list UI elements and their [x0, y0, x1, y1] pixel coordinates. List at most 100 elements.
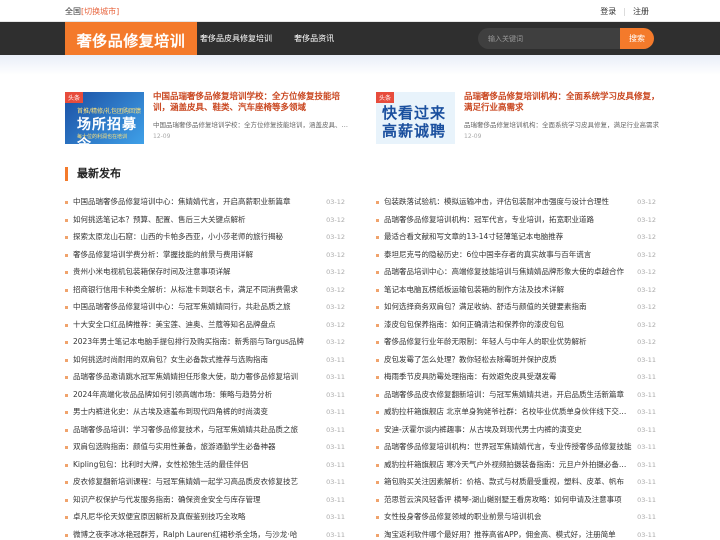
article-title-link[interactable]: 品瑞奢侈品培训：学习奢侈品修复技术，与冠军焦婧婧共赴品质之旅 — [73, 423, 321, 437]
list-item[interactable]: 安迪-沃霍尔谈内裤趣事：从古埃及到现代男士内裤的演变史 03-11 — [376, 423, 656, 441]
article-title-link[interactable]: 梅雨季节皮具防霉处理指南：有效避免皮具受潮发霉 — [384, 370, 632, 384]
switch-city-link[interactable]: [切换城市] — [81, 7, 119, 16]
article-title-link[interactable]: 如何挑选笔记本？预算、配置、售后三大关键点解析 — [73, 213, 321, 227]
list-item[interactable]: 卓凡尼华伦天奴便宜原因解析及真假鉴别技巧全攻略 03-11 — [65, 510, 345, 528]
list-item[interactable]: 最适合看文献和写文章的13-14寸轻薄笔记本电脑推荐 03-12 — [376, 230, 656, 248]
article-title-link[interactable]: 包装跌落试验机：模拟运输冲击，评估包装耐冲击强度与设计合理性 — [384, 195, 632, 209]
article-title-link[interactable]: 泰坦尼克号的隐秘历史：6位中国幸存者的真实故事与百年谎言 — [384, 248, 632, 262]
bullet-icon — [65, 533, 68, 537]
article-title-link[interactable]: 2023年男士笔记本电脑手提包排行及购买指南：新秀丽与Targus品牌 — [73, 335, 321, 349]
featured-title[interactable]: 中国品瑞奢侈品修复培训学校：全方位修复技能培训，涵盖皮具、鞋类、汽车座椅等多领域 — [153, 92, 349, 114]
list-item[interactable]: 贵州小米电视机包装箱保存时间及注意事项详解 03-12 — [65, 265, 345, 283]
list-item[interactable]: 箱包购买关注因素解析：价格、款式与材质最受重视，塑料、皮革、帆布 03-11 — [376, 475, 656, 493]
featured-article[interactable]: 头条 快看过来 高薪诚聘 品瑞奢侈品修复培训机构：全面系统学习皮具修复，满足行业… — [376, 92, 660, 144]
list-item[interactable]: 十大安全口红品牌推荐：美宝莲、迪奥、兰蔻等知名品牌盘点 03-12 — [65, 318, 345, 336]
list-item[interactable]: Kipling包包：比利时大牌，女性松弛生活的最佳伴侣 03-11 — [65, 458, 345, 476]
list-item[interactable]: 皮衣修复翻新培训课程：与冠军焦婧婧一起学习高品质皮衣修复技艺 03-11 — [65, 475, 345, 493]
list-item[interactable]: 淘宝返利软件哪个最好用？推荐高省APP，佣金高、模式好，注册简单 03-11 — [376, 528, 656, 540]
list-item[interactable]: 威豹拉杆箱旗舰店 北京单身狗姥爷社群：名校毕业优质单身伙伴线下交友活动 03-11 — [376, 405, 656, 423]
list-item[interactable]: 品瑞奢侈品修复培训机构：冠军代言，专业培训，拓宽职业道路 03-12 — [376, 213, 656, 231]
list-item[interactable]: 品瑞奢侈品皮衣修复翻新培训：与冠军焦婧婧共进，开启品质生活新篇章 03-11 — [376, 388, 656, 406]
list-item[interactable]: 威豹拉杆箱旗舰店 寒冷天气户外视频拍摄装备指南：元旦户外拍摄必备技巧 03-11 — [376, 458, 656, 476]
article-title-link[interactable]: 最适合看文献和写文章的13-14寸轻薄笔记本电脑推荐 — [384, 230, 632, 244]
list-item[interactable]: 招商银行信用卡种类全解析：从标准卡到联名卡，满足不同消费需求 03-12 — [65, 283, 345, 301]
article-title-link[interactable]: 范思哲云滨风轻香评 横琴-湖山樾别墅王看房攻略：如何申请及注意事项 — [384, 493, 632, 507]
list-item[interactable]: 漆皮包包保养指南：如何正确清洁和保养你的漆皮包包 03-12 — [376, 318, 656, 336]
bullet-icon — [65, 201, 68, 204]
article-title-link[interactable]: 皮包发霉了怎么处理？教你轻松去除霉斑并保护皮质 — [384, 353, 632, 367]
article-title-link[interactable]: 女性投身奢侈品修复领域的职业前景与培训机会 — [384, 510, 632, 524]
search-button[interactable]: 搜索 — [620, 28, 654, 49]
article-title-link[interactable]: 奢侈品修复行业年龄无限制：年轻人与中年人的职业优势解析 — [384, 335, 632, 349]
register-link[interactable]: 注册 — [627, 7, 655, 16]
article-title-link[interactable]: 威豹拉杆箱旗舰店 北京单身狗姥爷社群：名校毕业优质单身伙伴线下交友活动 — [384, 405, 632, 419]
article-title-link[interactable]: 如何挑选时尚耐用的双肩包？女生必备款式推荐与选购指南 — [73, 353, 321, 367]
search-input[interactable] — [478, 28, 620, 49]
article-title-link[interactable]: 品瑞奢侈品皮衣修复翻新培训：与冠军焦婧婧共进，开启品质生活新篇章 — [384, 388, 632, 402]
article-title-link[interactable]: 中国品瑞奢侈品修复培训中心：与冠军焦婧婧同行，共赴品质之旅 — [73, 300, 321, 314]
article-title-link[interactable]: 漆皮包包保养指南：如何正确清洁和保养你的漆皮包包 — [384, 318, 632, 332]
article-title-link[interactable]: 贵州小米电视机包装箱保存时间及注意事项详解 — [73, 265, 321, 279]
list-item[interactable]: 微博之夜李冰冰艳冠群芳，Ralph Lauren红裙秒杀全场，与沙龙·哈 03-1… — [65, 528, 345, 540]
article-title-link[interactable]: 招商银行信用卡种类全解析：从标准卡到联名卡，满足不同消费需求 — [73, 283, 321, 297]
list-item[interactable]: 女性投身奢侈品修复领域的职业前景与培训机会 03-11 — [376, 510, 656, 528]
list-item[interactable]: 品瑞奢侈品培训：学习奢侈品修复技术，与冠军焦婧婧共赴品质之旅 03-11 — [65, 423, 345, 441]
list-item[interactable]: 品瑞奢品培训中心：高端修复技能培训与焦婧婧品牌形象大使的卓越合作 03-12 — [376, 265, 656, 283]
list-item[interactable]: 品瑞奢侈品邀请跳水冠军焦婧婧担任形象大使，助力奢侈品修复培训 03-11 — [65, 370, 345, 388]
article-title-link[interactable]: 箱包购买关注因素解析：价格、款式与材质最受重视，塑料、皮革、帆布 — [384, 475, 632, 489]
article-title-link[interactable]: Kipling包包：比利时大牌，女性松弛生活的最佳伴侣 — [73, 458, 321, 472]
list-item[interactable]: 如何选择商务双肩包？满足收纳、舒适与颜值的关键要素指南 03-12 — [376, 300, 656, 318]
list-item[interactable]: 泰坦尼克号的隐秘历史：6位中国幸存者的真实故事与百年谎言 03-12 — [376, 248, 656, 266]
article-title-link[interactable]: 微博之夜李冰冰艳冠群芳，Ralph Lauren红裙秒杀全场，与沙龙·哈 — [73, 528, 321, 540]
bullet-icon — [65, 498, 68, 502]
list-item[interactable]: 梅雨季节皮具防霉处理指南：有效避免皮具受潮发霉 03-11 — [376, 370, 656, 388]
article-title-link[interactable]: 品瑞奢品培训中心：高端修复技能培训与焦婧婧品牌形象大使的卓越合作 — [384, 265, 632, 279]
list-item[interactable]: 如何挑选时尚耐用的双肩包？女生必备款式推荐与选购指南 03-11 — [65, 353, 345, 371]
article-title-link[interactable]: 如何选择商务双肩包？满足收纳、舒适与颜值的关键要素指南 — [384, 300, 632, 314]
article-title-link[interactable]: 品瑞奢侈品修复培训机构：冠军代言，专业培训，拓宽职业道路 — [384, 213, 632, 227]
list-item[interactable]: 男士内裤进化史：从古埃及遮羞布到现代四角裤的时尚演变 03-11 — [65, 405, 345, 423]
featured-article[interactable]: 头条 首推/精修/礼包团购回馈 场所招募令 每十位的利润也在培训 中国品瑞奢侈品… — [65, 92, 349, 144]
article-title-link[interactable]: 卓凡尼华伦天奴便宜原因解析及真假鉴别技巧全攻略 — [73, 510, 321, 524]
nav-item-leather-repair-training[interactable]: 奢侈品皮具修复培训 — [200, 22, 272, 55]
nav-item-luxury-news[interactable]: 奢侈品资讯 — [294, 22, 334, 55]
featured-title[interactable]: 品瑞奢侈品修复培训机构：全面系统学习皮具修复，满足行业高需求 — [464, 92, 660, 114]
article-title-link[interactable]: 十大安全口红品牌推荐：美宝莲、迪奥、兰蔻等知名品牌盘点 — [73, 318, 321, 332]
login-link[interactable]: 登录 — [594, 7, 622, 16]
article-title-link[interactable]: 品瑞奢侈品修复培训机构：世界冠军焦婧婧代言，专业传授奢侈品修复技能 — [384, 440, 632, 454]
list-item[interactable]: 双肩包选购指南：颜值与实用性兼备，旅游通勤学生必备神器 03-11 — [65, 440, 345, 458]
list-item[interactable]: 范思哲云滨风轻香评 横琴-湖山樾别墅王看房攻略：如何申请及注意事项 03-11 — [376, 493, 656, 511]
list-item[interactable]: 品瑞奢侈品修复培训机构：世界冠军焦婧婧代言，专业传授奢侈品修复技能 03-11 — [376, 440, 656, 458]
article-date: 03-12 — [326, 250, 345, 259]
list-item[interactable]: 奢侈品修复培训学费分析：掌握技能的前景与费用详解 03-12 — [65, 248, 345, 266]
article-title-link[interactable]: 品瑞奢侈品邀请跳水冠军焦婧婧担任形象大使，助力奢侈品修复培训 — [73, 370, 321, 384]
bullet-icon — [65, 271, 68, 274]
article-title-link[interactable]: 皮衣修复翻新培训课程：与冠军焦婧婧一起学习高品质皮衣修复技艺 — [73, 475, 321, 489]
article-title-link[interactable]: 威豹拉杆箱旗舰店 寒冷天气户外视频拍摄装备指南：元旦户外拍摄必备技巧 — [384, 458, 632, 472]
list-item[interactable]: 2024年高端化妆品品牌如何引领高端市场：策略与趋势分析 03-11 — [65, 388, 345, 406]
article-title-link[interactable]: 淘宝返利软件哪个最好用？推荐高省APP，佣金高、模式好，注册简单 — [384, 528, 632, 540]
list-item[interactable]: 如何挑选笔记本？预算、配置、售后三大关键点解析 03-12 — [65, 213, 345, 231]
article-date: 03-11 — [326, 355, 345, 364]
article-title-link[interactable]: 2024年高端化妆品品牌如何引领高端市场：策略与趋势分析 — [73, 388, 321, 402]
list-item[interactable]: 2023年男士笔记本电脑手提包排行及购买指南：新秀丽与Targus品牌 03-12 — [65, 335, 345, 353]
article-title-link[interactable]: 知识产权保护与代发服务指南：确保资金安全与库存管理 — [73, 493, 321, 507]
list-item[interactable]: 包装跌落试验机：模拟运输冲击，评估包装耐冲击强度与设计合理性 03-12 — [376, 195, 656, 213]
list-item[interactable]: 中国品瑞奢侈品修复培训中心：焦婧婧代言，开启高薪职业新篇章 03-12 — [65, 195, 345, 213]
list-item[interactable]: 探索太原龙山石窟：山西的卡帕多西亚，小小莎老师的旅行揭秘 03-12 — [65, 230, 345, 248]
list-item[interactable]: 知识产权保护与代发服务指南：确保资金安全与库存管理 03-11 — [65, 493, 345, 511]
featured-thumbnail[interactable]: 头条 快看过来 高薪诚聘 — [376, 92, 455, 144]
article-title-link[interactable]: 笔记本电脑瓦楞纸板运输包装箱的制作方法及技术详解 — [384, 283, 632, 297]
list-item[interactable]: 笔记本电脑瓦楞纸板运输包装箱的制作方法及技术详解 03-12 — [376, 283, 656, 301]
list-item[interactable]: 皮包发霉了怎么处理？教你轻松去除霉斑并保护皮质 03-11 — [376, 353, 656, 371]
bullet-icon — [376, 253, 379, 257]
list-item[interactable]: 奢侈品修复行业年龄无限制：年轻人与中年人的职业优势解析 03-12 — [376, 335, 656, 353]
article-title-link[interactable]: 男士内裤进化史：从古埃及遮羞布到现代四角裤的时尚演变 — [73, 405, 321, 419]
article-title-link[interactable]: 中国品瑞奢侈品修复培训中心：焦婧婧代言，开启高薪职业新篇章 — [73, 195, 321, 209]
article-title-link[interactable]: 安迪-沃霍尔谈内裤趣事：从古埃及到现代男士内裤的演变史 — [384, 423, 632, 437]
article-title-link[interactable]: 奢侈品修复培训学费分析：掌握技能的前景与费用详解 — [73, 248, 321, 262]
list-item[interactable]: 中国品瑞奢侈品修复培训中心：与冠军焦婧婧同行，共赴品质之旅 03-12 — [65, 300, 345, 318]
featured-thumbnail[interactable]: 头条 首推/精修/礼包团购回馈 场所招募令 每十位的利润也在培训 — [65, 92, 144, 144]
article-title-link[interactable]: 探索太原龙山石窟：山西的卡帕多西亚，小小莎老师的旅行揭秘 — [73, 230, 321, 244]
article-title-link[interactable]: 双肩包选购指南：颜值与实用性兼备，旅游通勤学生必备神器 — [73, 440, 321, 454]
